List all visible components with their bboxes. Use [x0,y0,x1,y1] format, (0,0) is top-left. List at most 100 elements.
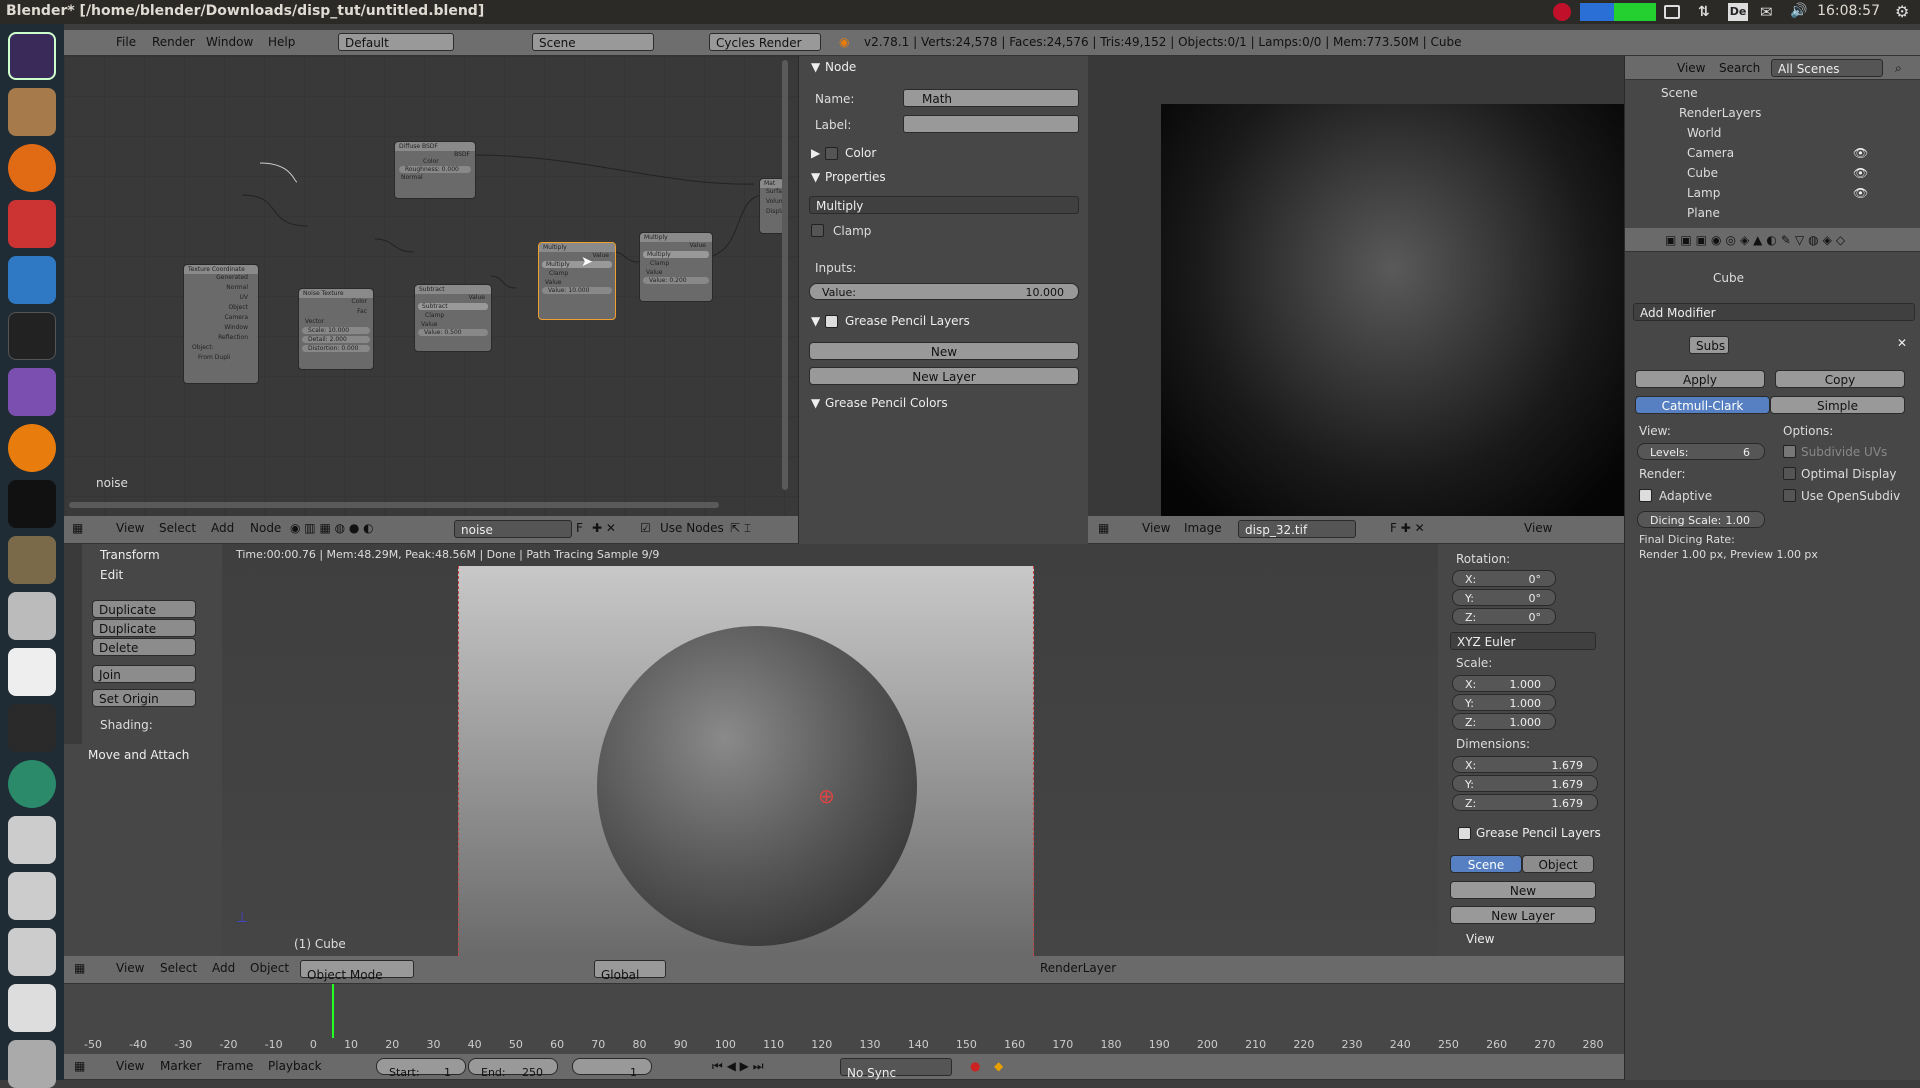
rotation-y[interactable]: Y: 0° [1452,589,1556,606]
dicing-scale-slider[interactable]: Dicing Scale: 1.00 [1637,511,1765,528]
menu-node[interactable]: Node [250,521,281,535]
menu-window[interactable]: Window [206,35,253,49]
scene-select[interactable]: Scene [532,33,654,51]
clamp-checkbox[interactable] [811,224,824,237]
keyframe-icon[interactable]: ◆ [994,1059,1003,1073]
scene-toggle[interactable]: Scene [1450,855,1522,873]
catmull-clark-button[interactable]: Catmull-Clark [1635,396,1770,414]
delete-button[interactable]: Delete [92,638,196,656]
material-name-field[interactable]: noise [454,520,572,538]
menu-marker[interactable]: Marker [160,1059,201,1073]
drive-icon-2[interactable] [8,872,56,920]
firefox-icon[interactable] [8,144,56,192]
viewer-icon[interactable] [8,592,56,640]
simple-button[interactable]: Simple [1770,396,1905,414]
node-label-field[interactable] [903,115,1079,133]
visibility-eye-icon[interactable]: 👁 [1853,146,1868,160]
duplicate-linked-button[interactable]: Duplicate Linked [92,619,196,654]
menu-image[interactable]: Image [1184,521,1222,535]
properties-section-header[interactable]: Properties [825,170,886,184]
globe-icon[interactable] [8,760,56,808]
current-frame-field[interactable]: 1 [572,1058,652,1079]
editor-type-icon[interactable]: ▦ [1098,521,1109,535]
node-name-field[interactable]: Math [903,89,1079,107]
grease-pencil-colors-header[interactable]: Grease Pencil Colors [825,396,948,410]
3d-viewport[interactable]: Time:00:00.76 | Mem:48.29M, Peak:48.56M … [222,544,1438,956]
scene-filter-select[interactable]: All Scenes [1771,59,1883,77]
image-fake-user[interactable]: F ✚ ✕ [1390,521,1425,535]
scale-y[interactable]: Y: 1.000 [1452,694,1556,711]
ubuntu-icon[interactable] [8,32,56,80]
menu-frame[interactable]: Frame [216,1059,253,1073]
grease-pencil-layers-header[interactable]: Grease Pencil Layers [845,314,970,328]
edit-header[interactable]: Edit [100,568,123,582]
menu-object[interactable]: Object [250,961,289,975]
rotation-z[interactable]: Z: 0° [1452,608,1556,625]
node-editor[interactable]: Diffuse BSDF BSDF Color Roughness: 0.000… [64,56,798,516]
menu-file[interactable]: File [116,35,136,49]
network-monitor-icon[interactable] [1580,3,1656,21]
search-icon[interactable]: ⌕ [1895,61,1902,76]
record-icon[interactable] [1553,3,1571,21]
menu-select[interactable]: Select [160,961,197,975]
files-icon[interactable] [8,88,56,136]
join-button[interactable]: Join [92,665,196,683]
usb-icon[interactable] [8,984,56,1032]
close-icon[interactable]: ✕ [1897,336,1907,350]
outliner-item-world[interactable]: World [1687,126,1721,140]
apply-button[interactable]: Apply [1635,370,1765,388]
image-name-field[interactable]: disp_32.tif [1238,520,1356,538]
color-expand-icon[interactable]: ▶ [811,146,820,160]
inkscape-icon[interactable] [8,480,56,528]
outliner-item-cube[interactable]: Cube [1687,166,1718,180]
collapse-arrow-icon[interactable]: ▼ [811,60,820,74]
mode-select[interactable]: Object Mode [300,960,414,982]
operation-dropdown[interactable]: Multiply [809,196,1079,214]
render-engine-select[interactable]: Cycles Render [709,33,821,51]
color-checkbox[interactable] [825,147,838,160]
menu-view[interactable]: View [1142,521,1170,535]
node-section-header[interactable]: Node [825,60,856,74]
optimal-display-checkbox[interactable] [1783,467,1796,480]
record-icon[interactable]: ● [970,1059,980,1073]
node-subtract[interactable]: Subtract Value Subtract Clamp Value Valu… [414,284,492,352]
editor-type-icon[interactable]: ▦ [74,961,85,975]
node-noise-texture[interactable]: Noise Texture Color Fac Vector Scale: 10… [298,288,374,370]
view-mode-select[interactable]: View [1524,521,1552,535]
node-multiply-active[interactable]: Multiply Value Multiply Clamp Value Valu… [538,242,616,320]
value-slider[interactable]: Value: 10.000 [809,283,1079,300]
text-editor-icon[interactable] [8,648,56,696]
menu-view[interactable]: View [1677,61,1705,75]
scale-x[interactable]: X: 1.000 [1452,675,1556,692]
node-multiply[interactable]: Multiply Value Multiply Clamp Value Valu… [639,232,713,302]
menu-add[interactable]: Add [212,961,235,975]
color-section-header[interactable]: Color [845,146,876,160]
editor-type-icon[interactable]: ▦ [74,1059,85,1073]
language-icon[interactable]: De [1728,3,1748,21]
rotation-x[interactable]: X: 0° [1452,570,1556,587]
visibility-eye-icon[interactable]: 👁 [1853,186,1868,200]
menu-view[interactable]: View [116,1059,144,1073]
grease-pencil-new-button[interactable]: New [809,342,1079,360]
collapse-arrow-icon[interactable]: ▼ [811,314,820,328]
scale-z[interactable]: Z: 1.000 [1452,713,1556,730]
clock[interactable]: 16:08:57 [1817,3,1880,19]
outliner-item-plane[interactable]: Plane [1687,206,1720,220]
snap-icons[interactable]: ⇱ ⌶ [730,521,751,536]
set-origin-dropdown[interactable]: Set Origin [92,689,196,707]
gear-icon[interactable]: ⚙ [1895,2,1909,21]
menu-render[interactable]: Render [152,35,195,49]
gp-layers-checkbox[interactable] [1458,827,1471,840]
start-frame-field[interactable]: Start: 1 [376,1058,466,1079]
context-tabs-icons[interactable]: ▣▣▣◉◎◈▲◐✎▽◍◈◇ [1665,233,1849,247]
visibility-eye-icon[interactable]: 👁 [1853,166,1868,180]
keyboard-icon[interactable] [1664,5,1680,19]
system-monitor-icon[interactable] [8,312,56,360]
gp-new-layer-button[interactable]: New Layer [1450,906,1596,924]
menu-view[interactable]: View [116,961,144,975]
collapse-arrow-icon[interactable]: ▼ [811,170,820,184]
levels-slider[interactable]: Levels: 6 [1637,443,1765,460]
trash-icon[interactable] [8,1040,56,1088]
playback-controls-icons[interactable]: ⏮ ◀ ▶ ⏭ [712,1059,764,1074]
node-texture-coordinate[interactable]: Texture Coordinate Generated Normal UV O… [183,264,259,384]
